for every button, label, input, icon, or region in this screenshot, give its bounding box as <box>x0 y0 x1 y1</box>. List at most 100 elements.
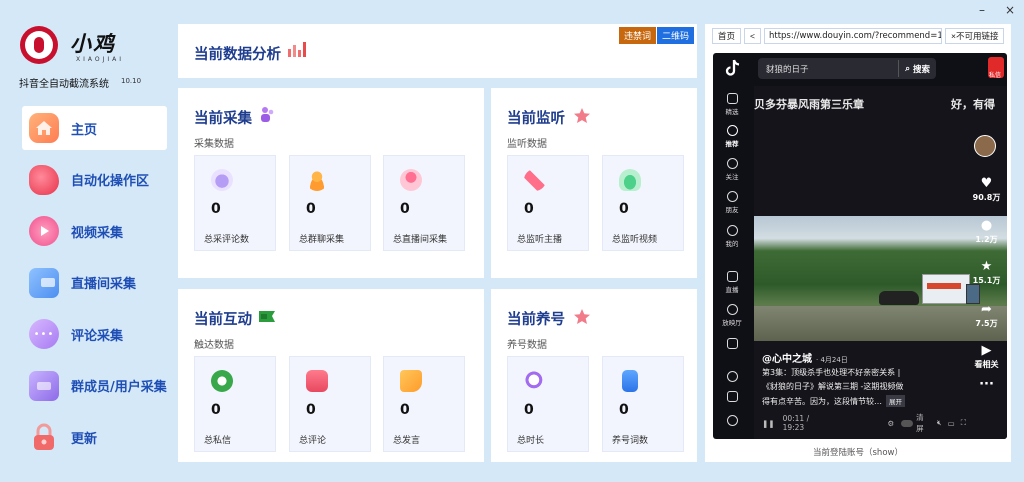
search-icon <box>524 370 546 392</box>
live-collect-icon <box>29 267 59 298</box>
sidebar-item-home[interactable]: 主页 <box>22 106 167 150</box>
like-button[interactable]: ♥ 90.8万 <box>966 177 1007 203</box>
nav-follow[interactable]: 关注 <box>713 158 751 181</box>
apps-button[interactable] <box>713 391 751 404</box>
more-dots-icon: ··· <box>979 377 994 392</box>
settings-icon[interactable]: ⚙ <box>888 419 895 428</box>
fullscreen-icon[interactable]: ⛶ <box>961 418 966 428</box>
logged-account-label: 当前登陆账号（show） <box>813 448 903 458</box>
expand-button[interactable]: 展开 <box>886 395 905 407</box>
brand-subtitle: XIAOJIAI <box>76 56 125 63</box>
stat-card-duration: 0 总时长 <box>507 356 589 452</box>
stat-value: 0 <box>400 201 410 217</box>
panel-title: 当前采集 <box>194 111 252 127</box>
douyin-search[interactable]: 豺狼的日子 ⌕ 搜索 <box>758 58 936 79</box>
stat-value: 0 <box>524 402 534 418</box>
user-icon <box>306 169 328 191</box>
cinema-icon <box>726 304 738 315</box>
stat-label: 总时长 <box>517 436 545 446</box>
unavailable-link-button[interactable]: ×不可用链接 <box>944 28 1005 44</box>
pause-icon[interactable]: ❚❚ <box>762 419 775 428</box>
stat-card-private-msg: 0 总私信 <box>194 356 276 452</box>
stat-label: 总监听主播 <box>517 235 563 245</box>
douyin-left-nav: 精选 推荐 关注 朋友 我的 直播 放映厅 <box>713 53 751 439</box>
play-circle-icon: ▶ <box>981 343 992 358</box>
nav-cinema[interactable]: 放映厅 <box>713 304 751 327</box>
bell-icon <box>619 169 641 191</box>
sparkle-icon <box>726 125 738 136</box>
sidebar-item-video-collect[interactable]: 视频采集 <box>22 209 167 253</box>
settings-button[interactable] <box>713 371 751 384</box>
video-actions: ♥ 90.8万 ● 1.2万 ★ 15.1万 ➦ 7.5万 ▶ 看相关 ··· <box>966 53 1007 439</box>
live-tv-icon <box>726 271 738 282</box>
player-controls: ❚❚ 00:11 / 19:23 ⚙ 清屏 🔇︎ ▭ ⛶ <box>754 413 966 433</box>
play-icon <box>726 338 738 349</box>
sidebar-item-update[interactable]: 更新 <box>22 415 167 459</box>
sidebar-item-live-collect[interactable]: 直播间采集 <box>22 261 167 305</box>
refresh-icon <box>211 370 233 392</box>
nav-friends[interactable]: 朋友 <box>713 191 751 214</box>
favorite-button[interactable]: ★ 15.1万 <box>966 260 1007 286</box>
douyin-webview[interactable]: 精选 推荐 关注 朋友 我的 直播 放映厅 豺狼的日子 ⌕ 搜索 私信 贝多芬暴… <box>713 53 1007 439</box>
url-field[interactable]: https://www.douyin.com/?recommend=1 <box>763 28 942 44</box>
clear-screen-toggle[interactable] <box>901 419 914 427</box>
star-icon <box>574 309 590 324</box>
lock-icon <box>29 422 59 452</box>
panel-subtitle: 养号数据 <box>507 340 547 351</box>
browser-toolbar: 首页 < https://www.douyin.com/?recommend=1… <box>712 28 1005 44</box>
settings-icon <box>726 371 738 382</box>
sidebar-item-label: 直播间采集 <box>71 277 137 292</box>
author-avatar[interactable] <box>974 135 996 157</box>
heart-icon: ♥ <box>980 176 993 191</box>
stat-label: 总采评论数 <box>204 235 250 245</box>
nav-me[interactable]: 我的 <box>713 225 751 248</box>
nav-featured[interactable]: 精选 <box>713 93 751 116</box>
nav-recommend[interactable]: 推荐 <box>713 125 751 148</box>
video-top-title: 贝多芬暴风雨第三乐章 <box>754 98 864 111</box>
stat-card-live-room: 0 总直播间采集 <box>383 155 465 251</box>
qr-code-button[interactable]: 二维码 <box>657 27 695 44</box>
mute-icon[interactable]: 🔇︎ <box>937 418 942 428</box>
cart-icon <box>400 370 422 392</box>
video-desc-line: 得有点辛苦。因为，这段情节较… 展开 <box>762 395 905 407</box>
featured-icon <box>726 93 738 104</box>
comment-collect-icon: ••• <box>29 319 59 349</box>
search-button[interactable]: ⌕ 搜索 <box>898 60 936 77</box>
sidebar-item-label: 评论采集 <box>71 328 124 344</box>
sidebar-item-label: 自动化操作区 <box>71 174 150 189</box>
help-button[interactable] <box>713 415 751 428</box>
pip-icon[interactable]: ▭ <box>948 419 955 428</box>
home-button[interactable]: 首页 <box>712 28 742 44</box>
stat-label: 总发言 <box>393 436 421 446</box>
sidebar-item-automation[interactable]: 自动化操作区 <box>22 158 167 202</box>
sidebar-item-group-user[interactable]: 群成员/用户采集 <box>22 364 167 408</box>
live-user-icon <box>400 169 422 191</box>
video-author[interactable]: @心中之城 · 4月24日 <box>762 350 848 365</box>
back-button[interactable]: < <box>744 28 761 44</box>
comment-icon <box>211 169 233 191</box>
share-button[interactable]: ➦ 7.5万 <box>966 303 1007 329</box>
clear-screen-label: 清屏 <box>916 413 924 433</box>
more-button[interactable]: ··· <box>966 378 1007 393</box>
interact-panel: 当前互动 触达数据 0 总私信 0 总评论 0 总发言 <box>178 289 484 462</box>
nav-extra[interactable] <box>713 338 751 351</box>
minimize-button[interactable]: – <box>976 3 988 17</box>
close-button[interactable]: × <box>1004 3 1016 17</box>
stat-label: 总直播间采集 <box>393 235 448 245</box>
banned-words-button[interactable]: 违禁词 <box>619 27 657 44</box>
people-icon <box>261 107 274 122</box>
sidebar-item-comment-collect[interactable]: ••• 评论采集 <box>22 312 167 356</box>
panel-subtitle: 采集数据 <box>194 139 234 150</box>
stat-card-speeches: 0 总发言 <box>383 356 465 452</box>
nav-live[interactable]: 直播 <box>713 271 751 294</box>
stat-card-keywords: 0 养号词数 <box>602 356 684 452</box>
brand-name: 小鸡 <box>70 32 116 56</box>
search-input[interactable]: 豺狼的日子 <box>766 63 809 75</box>
star-icon: ★ <box>980 259 993 274</box>
profile-icon <box>726 225 738 236</box>
related-button[interactable]: ▶ 看相关 <box>966 344 1007 370</box>
app-name: 抖音全自动截流系统 <box>19 79 109 90</box>
comment-bubble-icon: ● <box>980 218 993 233</box>
comment-button[interactable]: ● 1.2万 <box>966 219 1007 245</box>
stat-value: 0 <box>211 402 221 418</box>
